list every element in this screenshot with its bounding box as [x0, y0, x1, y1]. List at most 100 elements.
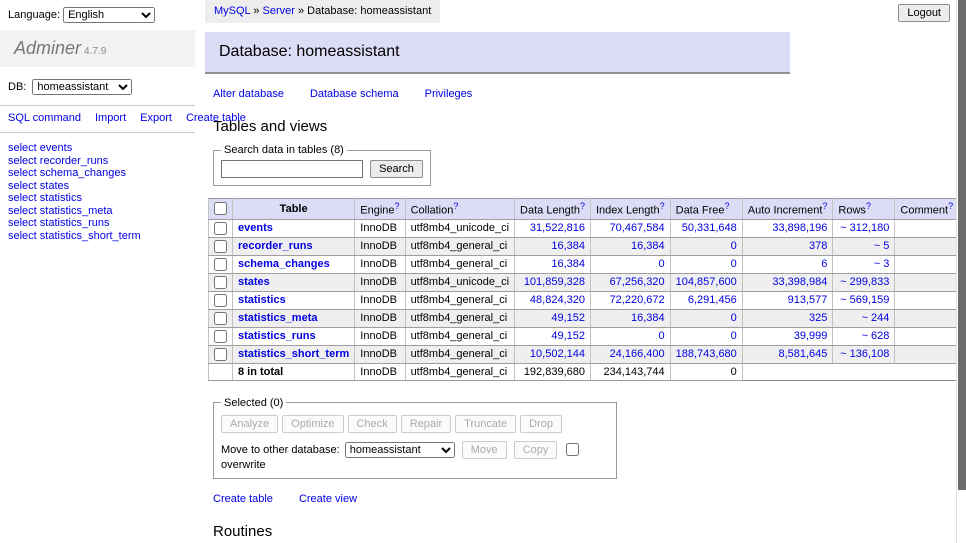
table-link-schema-changes[interactable]: schema_changes: [238, 258, 330, 270]
hint-icon: ?: [453, 201, 458, 211]
analyze-button[interactable]: Analyze: [221, 415, 278, 433]
sidebar-item-select-statistics[interactable]: select statistics: [8, 192, 187, 205]
search-button[interactable]: Search: [370, 160, 423, 178]
comment-cell: [895, 327, 959, 345]
data-free-cell: 104,857,600: [670, 273, 742, 291]
row-checkbox-cell: [209, 309, 233, 327]
check-button[interactable]: Check: [348, 415, 397, 433]
comment-cell: [895, 345, 959, 363]
data-free-cell: 188,743,680: [670, 345, 742, 363]
optimize-button[interactable]: Optimize: [282, 415, 343, 433]
table-link-events[interactable]: events: [238, 222, 273, 234]
row-checkbox-statistics-short-term[interactable]: [214, 348, 227, 361]
row-checkbox-events[interactable]: [214, 222, 227, 235]
row-checkbox-schema-changes[interactable]: [214, 258, 227, 271]
column-header-auto-increment: Auto Increment?: [742, 199, 833, 220]
table-link-recorder-runs[interactable]: recorder_runs: [238, 240, 313, 252]
comment-cell: [895, 309, 959, 327]
sidebar-action-create-table[interactable]: Create table: [186, 112, 246, 124]
selected-buttons: AnalyzeOptimize CheckRepairTruncateDrop: [221, 415, 609, 433]
engine-cell: InnoDB: [355, 273, 405, 291]
rows-cell: ~ 5: [833, 237, 895, 255]
sidebar-action-export[interactable]: Export: [140, 112, 172, 124]
table-header-row: TableEngine?Collation?Data Length?Index …: [209, 199, 959, 220]
table-link-statistics-meta[interactable]: statistics_meta: [238, 312, 318, 324]
sidebar-item-select-statistics-runs[interactable]: select statistics_runs: [8, 217, 187, 230]
column-header-table: Table: [233, 199, 355, 220]
total-label-cell: 8 in total: [233, 363, 355, 380]
table-name-cell: statistics_short_term: [233, 345, 355, 363]
move-db-select[interactable]: homeassistant: [345, 442, 455, 458]
index-length-cell: 0: [590, 255, 670, 273]
table-link-statistics[interactable]: statistics: [238, 294, 286, 306]
row-checkbox-statistics-runs[interactable]: [214, 330, 227, 343]
repair-button[interactable]: Repair: [401, 415, 451, 433]
hint-icon: ?: [660, 201, 665, 211]
comment-cell: [895, 237, 959, 255]
table-total-row: 8 in totalInnoDButf8mb4_general_ci192,83…: [209, 363, 959, 380]
link-database-schema[interactable]: Database schema: [310, 88, 399, 100]
main-content: MySQL » Server » Database: homeassistant…: [205, 0, 966, 543]
link-create-table[interactable]: Create table: [213, 493, 273, 505]
empty-cell: [895, 363, 959, 380]
move-button[interactable]: Move: [462, 441, 507, 459]
link-create-view[interactable]: Create view: [299, 493, 357, 505]
breadcrumb-item-mysql[interactable]: MySQL: [214, 5, 250, 17]
scrollbar-thumb[interactable]: [958, 0, 966, 490]
column-header-comment: Comment?: [895, 199, 959, 220]
sidebar-item-select-statistics-short-term[interactable]: select statistics_short_term: [8, 230, 187, 243]
auto-increment-cell: 325: [742, 309, 833, 327]
index-length-cell: 16,384: [590, 237, 670, 255]
logout-button[interactable]: Logout: [898, 4, 950, 22]
column-header-collation: Collation?: [405, 199, 514, 220]
index-length-cell: 70,467,584: [590, 219, 670, 237]
sidebar-item-select-events[interactable]: select events: [8, 142, 187, 155]
db-select[interactable]: homeassistant: [32, 79, 132, 95]
breadcrumb-item-database-homeassistant: Database: homeassistant: [307, 5, 431, 17]
total-collation-cell: utf8mb4_general_ci: [405, 363, 514, 380]
table-name-cell: statistics_runs: [233, 327, 355, 345]
sidebar-item-select-statistics-meta[interactable]: select statistics_meta: [8, 205, 187, 218]
hint-icon: ?: [948, 201, 953, 211]
data-length-cell: 31,522,816: [515, 219, 591, 237]
sidebar-item-select-states[interactable]: select states: [8, 180, 187, 193]
copy-button[interactable]: Copy: [514, 441, 558, 459]
empty-cell: [833, 363, 895, 380]
index-length-cell: 72,220,672: [590, 291, 670, 309]
engine-cell: InnoDB: [355, 219, 405, 237]
table-link-states[interactable]: states: [238, 276, 270, 288]
data-length-cell: 16,384: [515, 237, 591, 255]
sidebar-item-select-schema-changes[interactable]: select schema_changes: [8, 167, 187, 180]
select-all-checkbox[interactable]: [214, 202, 227, 215]
table-link-statistics-short-term[interactable]: statistics_short_term: [238, 348, 349, 360]
truncate-button[interactable]: Truncate: [455, 415, 516, 433]
data-length-cell: 10,502,144: [515, 345, 591, 363]
row-checkbox-statistics-meta[interactable]: [214, 312, 227, 325]
search-input[interactable]: [221, 160, 363, 178]
total-data-free-cell: 0: [670, 363, 742, 380]
comment-cell: [895, 273, 959, 291]
selected-legend: Selected (0): [221, 397, 286, 409]
language-label: Language:: [8, 9, 60, 21]
app-name: Adminer: [14, 38, 81, 58]
data-free-cell: 0: [670, 255, 742, 273]
breadcrumb-item-server[interactable]: Server: [263, 5, 295, 17]
language-select[interactable]: English: [63, 7, 155, 23]
engine-cell: InnoDB: [355, 309, 405, 327]
row-checkbox-recorder-runs[interactable]: [214, 240, 227, 253]
data-length-cell: 49,152: [515, 327, 591, 345]
scrollbar[interactable]: [956, 0, 966, 543]
row-checkbox-states[interactable]: [214, 276, 227, 289]
table-link-statistics-runs[interactable]: statistics_runs: [238, 330, 316, 342]
link-privileges[interactable]: Privileges: [425, 88, 473, 100]
row-checkbox-statistics[interactable]: [214, 294, 227, 307]
sidebar-action-import[interactable]: Import: [95, 112, 126, 124]
collation-cell: utf8mb4_general_ci: [405, 327, 514, 345]
drop-button[interactable]: Drop: [520, 415, 562, 433]
overwrite-checkbox[interactable]: [566, 443, 579, 456]
sidebar-table-links: select eventsselect recorder_runsselect …: [0, 133, 195, 251]
engine-cell: InnoDB: [355, 345, 405, 363]
link-alter-database[interactable]: Alter database: [213, 88, 284, 100]
sidebar-action-sql-command[interactable]: SQL command: [8, 112, 81, 124]
sidebar-item-select-recorder-runs[interactable]: select recorder_runs: [8, 155, 187, 168]
